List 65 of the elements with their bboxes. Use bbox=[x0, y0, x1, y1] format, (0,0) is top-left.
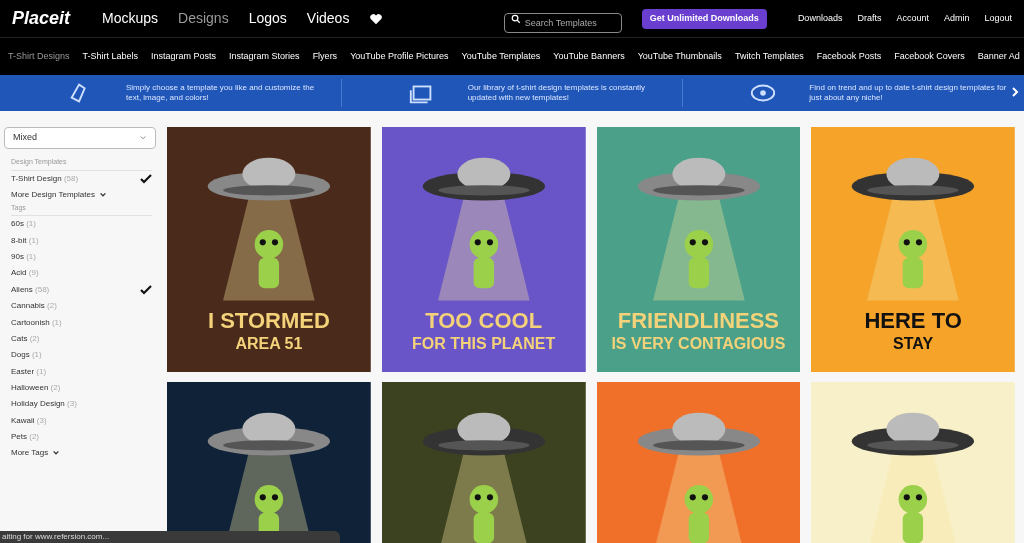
banner-text: Find on trend and up to date t-shirt design templates for bbox=[809, 83, 1007, 93]
filter-item[interactable]: 60s (1) bbox=[11, 216, 152, 233]
filter-item[interactable]: Dogs (1) bbox=[11, 347, 152, 364]
search-icon bbox=[510, 13, 521, 24]
filter-item[interactable]: 8-bit (1) bbox=[11, 232, 152, 249]
design-slogan: FOR THIS PLANET bbox=[412, 334, 556, 354]
more-link[interactable]: More Design Templates bbox=[11, 186, 152, 203]
category-tab[interactable]: YouTube Templates bbox=[461, 49, 541, 64]
banner-text: just about any niche! bbox=[809, 93, 884, 103]
design-slogan: HERE TO bbox=[864, 306, 962, 334]
category-tab[interactable]: Facebook Covers bbox=[894, 49, 965, 64]
chevron-right-icon[interactable] bbox=[1010, 87, 1020, 97]
category-tab[interactable]: Instagram Stories bbox=[229, 49, 300, 64]
status-bar: aiting for www.refersion.com... bbox=[0, 531, 340, 543]
category-tab[interactable]: Banner Ad bbox=[977, 49, 1020, 64]
banner-text: text, image, and colors! bbox=[126, 93, 210, 103]
banner-text: Our library of t-shirt design templates is constantly bbox=[467, 83, 646, 93]
more-link[interactable]: More Tags bbox=[11, 445, 152, 462]
filter-item[interactable]: Kawaii (3) bbox=[11, 412, 152, 430]
design-slogan: I STORMED bbox=[207, 306, 330, 334]
check-icon bbox=[140, 172, 152, 185]
filter-item[interactable]: Easter (1) bbox=[11, 363, 152, 380]
design-slogan: STAY bbox=[893, 334, 934, 354]
filter-item[interactable]: Halloween (2) bbox=[11, 379, 152, 397]
nav-link[interactable]: Designs bbox=[178, 8, 229, 29]
design-slogan: IS VERY CONTAGIOUS bbox=[611, 334, 786, 354]
design-slogan: FRIENDLINESS bbox=[617, 306, 780, 334]
logo[interactable]: Placeit bbox=[12, 5, 71, 32]
category-tab[interactable]: Instagram Posts bbox=[151, 49, 217, 64]
header-link[interactable]: Downloads bbox=[797, 11, 843, 26]
banner-text: Simply choose a template you like and customize the bbox=[126, 83, 315, 93]
filter-item[interactable]: Aliens (58) bbox=[11, 281, 152, 298]
design-slogan: TOO COOL bbox=[425, 306, 543, 334]
cta-button[interactable]: Get Unlimited Downloads bbox=[641, 8, 767, 29]
nav-link[interactable]: Logos bbox=[248, 8, 287, 29]
filter-item[interactable]: Cannabis (2) bbox=[11, 297, 152, 315]
nav-link[interactable]: Mockups bbox=[102, 8, 159, 29]
chevron-down-icon bbox=[139, 134, 147, 142]
header-link[interactable]: Drafts bbox=[857, 11, 882, 26]
category-tab[interactable]: Twitch Templates bbox=[734, 49, 804, 64]
category-tab[interactable]: T-Shirt Designs bbox=[8, 49, 70, 64]
category-tab[interactable]: YouTube Banners bbox=[553, 49, 625, 64]
chevron-down-icon bbox=[98, 190, 107, 199]
banner-text: updated with new templates! bbox=[467, 93, 571, 103]
filter-item[interactable]: Holiday Design (3) bbox=[11, 396, 152, 413]
filter-item[interactable]: Cats (2) bbox=[11, 330, 152, 348]
filter-item[interactable]: Cartoonish (1) bbox=[11, 314, 152, 331]
filter-item[interactable]: Acid (9) bbox=[11, 265, 152, 282]
nav-link[interactable]: Videos bbox=[306, 8, 350, 29]
sort-dropdown[interactable]: Mixed bbox=[4, 127, 156, 149]
filter-item[interactable]: Pets (2) bbox=[11, 429, 152, 446]
header-link[interactable]: Logout bbox=[984, 11, 1012, 26]
category-tab[interactable]: T-Shirt Labels bbox=[82, 49, 139, 64]
search-field[interactable]: Search Templates bbox=[503, 12, 622, 33]
header-link[interactable]: Admin bbox=[943, 11, 970, 26]
category-tab[interactable]: YouTube Profile Pictures bbox=[350, 49, 449, 64]
heart-icon[interactable] bbox=[369, 11, 384, 26]
header-link[interactable]: Account bbox=[896, 11, 929, 26]
category-tab[interactable]: YouTube Thumbnails bbox=[637, 49, 722, 64]
filter-item[interactable]: T-Shirt Design (58) bbox=[11, 170, 152, 187]
design-slogan: AREA 51 bbox=[235, 334, 303, 354]
filter-item[interactable]: 90s (1) bbox=[11, 248, 152, 266]
category-tab[interactable]: Flyers bbox=[312, 49, 338, 64]
check-icon bbox=[140, 283, 152, 296]
category-tab[interactable]: Facebook Posts bbox=[816, 49, 882, 64]
